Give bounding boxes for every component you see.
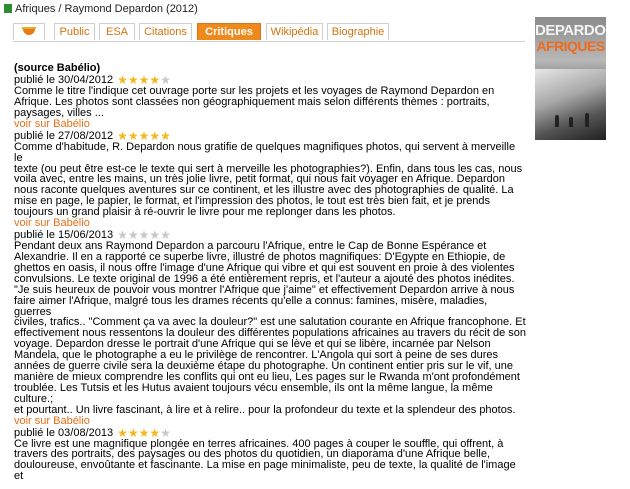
review-text-line: paysages, villes ... — [14, 106, 104, 119]
review-text: Comme d'habitude, R. Depardon nous grati… — [14, 140, 526, 219]
review-text-line: "Je suis heureux de pouvoir vous montrer… — [14, 283, 515, 296]
page-title: Afriques / Raymond Depardon (2012) — [4, 3, 198, 15]
tab-wikipedia[interactable]: Wikipédia — [266, 23, 323, 40]
tab-home[interactable] — [13, 23, 45, 40]
see-on-babelio-link[interactable]: voir sur Babélio — [14, 118, 526, 130]
tab-esa[interactable]: ESA — [99, 23, 135, 40]
review-text-line: troublée. Les Tutsis et les Hutus avaien… — [14, 381, 493, 405]
star-icon: ★ — [117, 425, 128, 440]
review-date: publié le 27/08/2012 — [14, 129, 114, 142]
see-on-babelio-link[interactable]: voir sur Babélio — [14, 415, 526, 427]
star-icon: ★ — [117, 128, 128, 143]
review-text-line: et pourtant.. Un livre fascinant, à lire… — [14, 403, 516, 416]
star-icon: ★ — [138, 128, 150, 143]
bookmark-flag-icon — [4, 4, 12, 13]
dinner-bowl-icon — [23, 29, 35, 35]
star-icon: ★ — [160, 128, 171, 143]
review-meta: publié le 03/08/2013 ★★★★★ — [14, 427, 526, 439]
star-icon: ★ — [149, 425, 161, 440]
tab-bar: Public ESA Citations Critiques Wikipédia Biog… — [13, 23, 525, 42]
cover-author: DEPARDON — [535, 22, 606, 39]
review-text: Comme le titre l'indique cet ouvrage por… — [14, 86, 526, 119]
source-label: (source Babélio) — [14, 62, 101, 74]
review-text-line: toujours un grand plaisir à ré-ouvrir le… — [14, 206, 396, 219]
cover-figure — [555, 115, 559, 127]
review-date: publié le 03/08/2013 — [14, 426, 114, 439]
star-icon: ★ — [127, 128, 139, 143]
book-cover[interactable]: DEPARDON AFRIQUES — [535, 17, 606, 140]
review-text-line: Comme d'habitude, R. Depardon nous grati… — [14, 140, 516, 164]
cover-figure — [585, 113, 589, 127]
page-title-text: Afriques / Raymond Depardon (2012) — [15, 3, 198, 15]
review-text-line: faire aimer l'Afrique, malgré tous les d… — [14, 294, 488, 318]
star-icon: ★ — [138, 425, 150, 440]
reviews-list: (source Babélio) publié le 30/04/2012 ★★★… — [14, 63, 526, 482]
tab-critiques[interactable]: Critiques — [197, 23, 261, 40]
cover-title: AFRIQUES — [536, 38, 605, 54]
star-icon: ★ — [149, 128, 161, 143]
tab-public[interactable]: Public — [54, 23, 95, 40]
review-text-line: douloureuse, envoûtante et fascinante. L… — [14, 459, 516, 483]
tab-biographie[interactable]: Biographie — [327, 23, 389, 40]
tab-citations[interactable]: Citations — [139, 23, 192, 40]
star-icon: ★ — [127, 425, 139, 440]
review-text: Ce livre est une magnifique plongée en t… — [14, 438, 526, 483]
star-icon: ★ — [160, 425, 171, 440]
see-on-babelio-link[interactable]: voir sur Babélio — [14, 218, 526, 229]
cover-figure — [569, 117, 573, 127]
review-meta: publié le 27/08/2012 ★★★★★ — [14, 130, 526, 142]
cover-photo — [535, 69, 606, 140]
review-text: Pendant deux ans Raymond Depardon a parc… — [14, 241, 526, 416]
